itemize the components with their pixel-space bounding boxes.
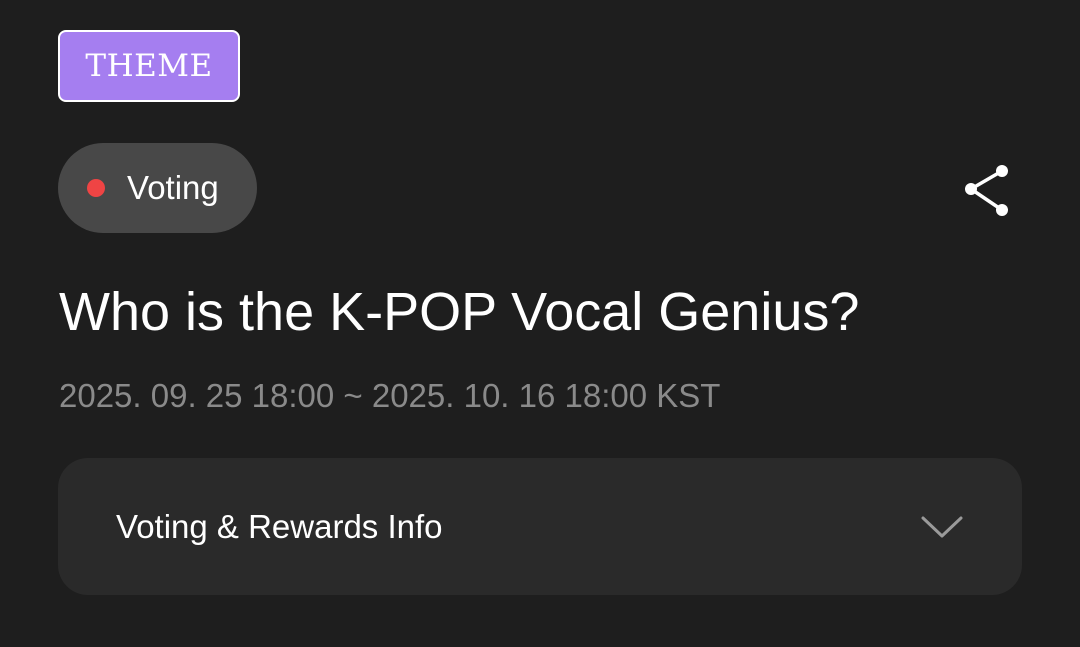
share-icon: [965, 165, 1008, 216]
share-button[interactable]: [955, 156, 1021, 222]
theme-badge-label: THEME: [85, 48, 213, 84]
info-panel-label: Voting & Rewards Info: [116, 507, 443, 545]
page-title: Who is the K-POP Vocal Genius?: [59, 282, 860, 342]
status-label: Voting: [127, 169, 219, 206]
theme-badge: THEME: [58, 30, 240, 102]
vote-period: 2025. 09. 25 18:00 ~ 2025. 10. 16 18:00 …: [59, 377, 721, 414]
chevron-down-icon: [920, 514, 964, 540]
live-dot-icon: [87, 179, 105, 197]
status-badge: Voting: [58, 143, 257, 233]
voting-rewards-info-toggle[interactable]: Voting & Rewards Info: [58, 458, 1022, 595]
